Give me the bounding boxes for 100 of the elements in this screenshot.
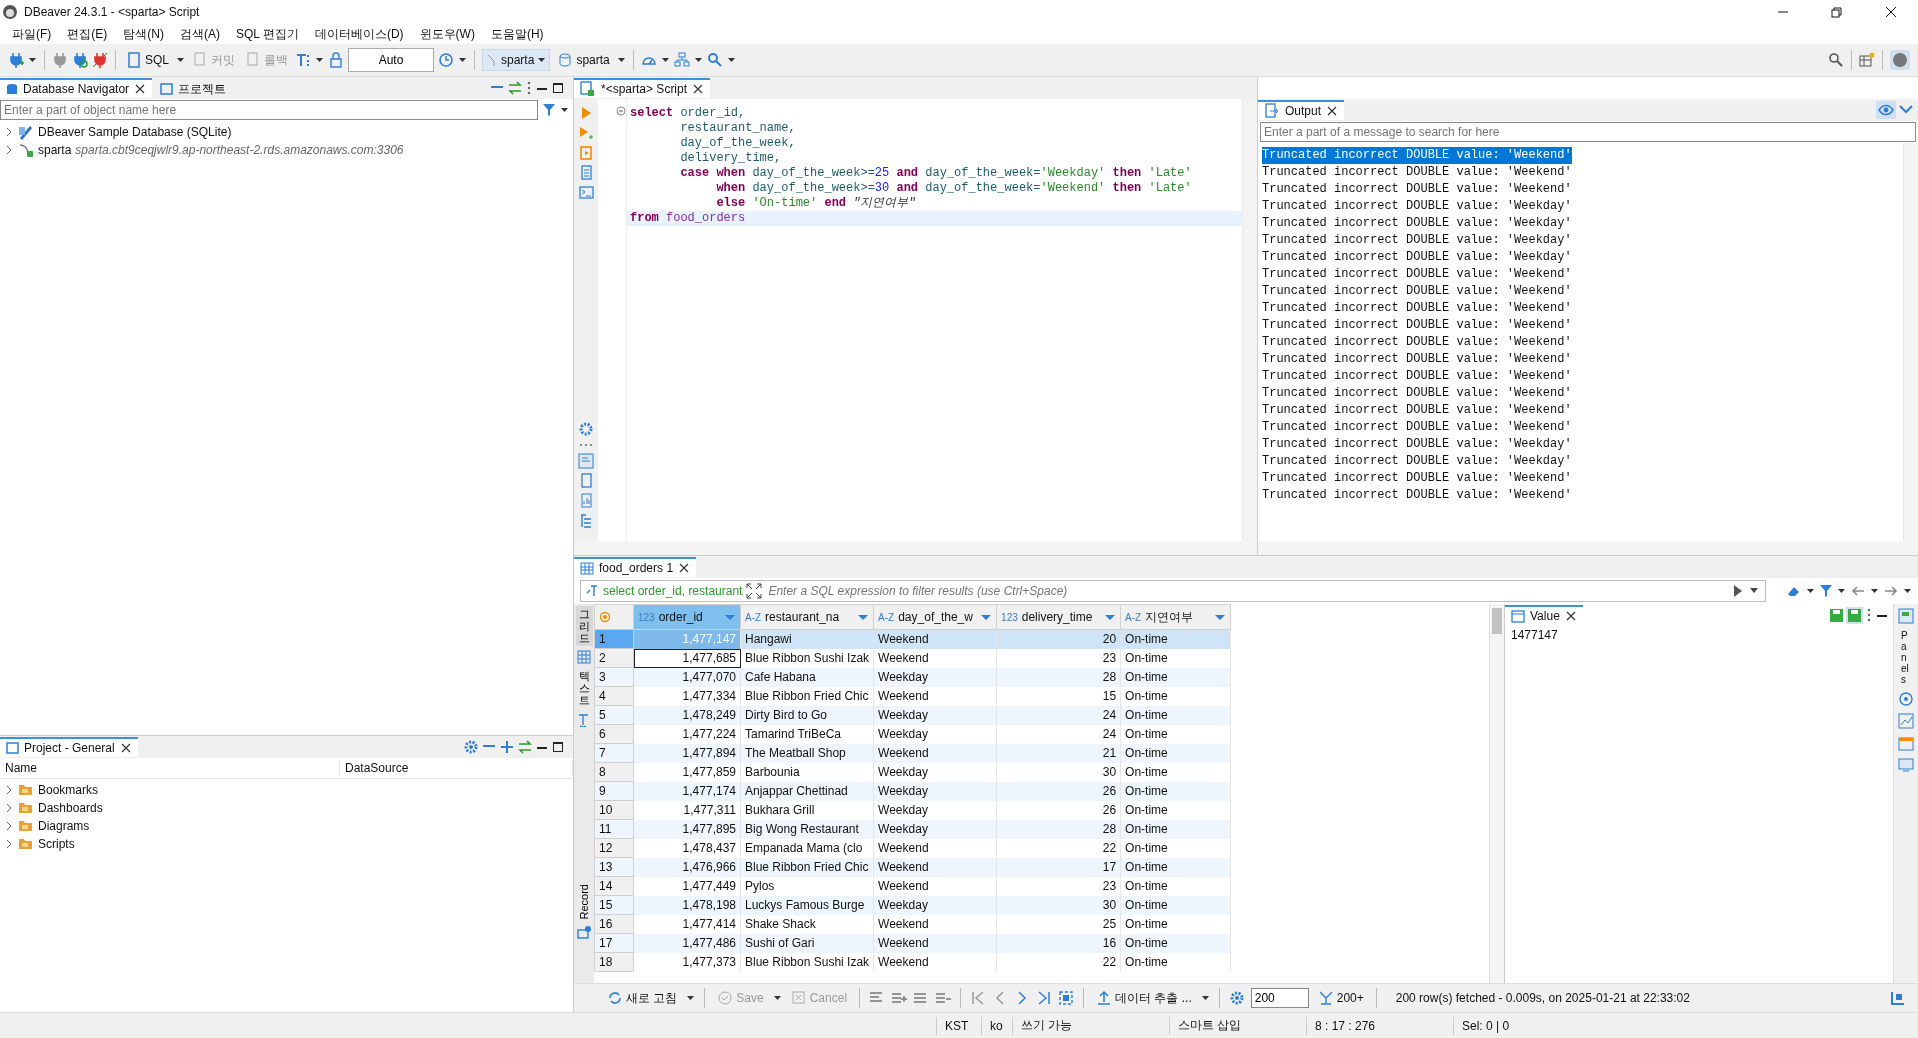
panel-tab[interactable]: 프로젝트: [154, 78, 233, 98]
scrollbar[interactable]: [1242, 99, 1257, 541]
tree-item[interactable]: Bookmarks: [38, 783, 99, 797]
close-icon[interactable]: [119, 742, 132, 754]
sort-indicator-icon[interactable]: [599, 611, 611, 623]
menu-item[interactable]: 편집(E): [59, 25, 116, 43]
results-tab[interactable]: food_orders 1: [574, 557, 697, 577]
add-row-icon[interactable]: [891, 990, 908, 1006]
dolphin-icon[interactable]: [18, 142, 34, 158]
scrollbar[interactable]: [1489, 604, 1504, 983]
caret-icon[interactable]: [1837, 586, 1846, 596]
save-icon[interactable]: [1829, 607, 1844, 623]
scrollbar-thumb[interactable]: [1492, 608, 1502, 634]
document-icon[interactable]: [579, 473, 593, 489]
save-icon[interactable]: [1846, 606, 1863, 624]
tree-item[interactable]: DBeaver Sample Database (SQLite): [38, 125, 232, 139]
tree-item[interactable]: Dashboards: [38, 801, 103, 815]
text-view-icon[interactable]: [577, 712, 591, 727]
filter-icon[interactable]: [542, 102, 556, 118]
menu-item[interactable]: 윈도우(W): [411, 25, 483, 43]
filter-caret-icon[interactable]: [724, 612, 736, 622]
chart-doc-icon[interactable]: [579, 493, 593, 509]
script-run-icon[interactable]: [579, 145, 593, 161]
sql-editor-button[interactable]: SQL: [123, 50, 172, 70]
caret-icon[interactable]: [560, 105, 569, 115]
delete-row-icon[interactable]: [935, 990, 952, 1006]
format-icon[interactable]: [295, 52, 311, 68]
caret-icon[interactable]: [176, 55, 185, 65]
gear-icon[interactable]: [463, 739, 479, 755]
maximize-icon[interactable]: [551, 740, 565, 754]
filter-icon[interactable]: [1819, 583, 1833, 599]
tree-item[interactable]: sparta: [38, 143, 72, 157]
menu-item[interactable]: 검색(A): [172, 25, 228, 43]
filter-caret-icon[interactable]: [857, 612, 870, 622]
view-tab[interactable]: 텍스트: [575, 668, 593, 709]
panel-tab[interactable]: Value: [1505, 605, 1583, 625]
chevron-right-icon[interactable]: [4, 838, 14, 850]
database-icon[interactable]: [18, 124, 34, 140]
close-icon[interactable]: [134, 83, 147, 95]
chevron-right-icon[interactable]: [4, 802, 14, 814]
column-header[interactable]: Name: [0, 761, 340, 775]
fetch-more-button[interactable]: 200+: [1314, 988, 1367, 1008]
more-icon[interactable]: [578, 441, 594, 449]
gear-icon[interactable]: [578, 421, 594, 437]
menu-item[interactable]: 도움말(H): [482, 25, 552, 43]
datasource-selector[interactable]: sparta: [482, 49, 551, 71]
column-header[interactable]: A-Z 지연여부: [1120, 604, 1231, 630]
chevron-right-icon[interactable]: [4, 820, 14, 832]
terminal-icon[interactable]: [578, 185, 594, 201]
column-header[interactable]: 123 order_id: [633, 604, 741, 630]
record-icon[interactable]: [577, 925, 591, 939]
export-button[interactable]: 데이터 추출 ...: [1093, 987, 1195, 1009]
caret-icon[interactable]: [1806, 586, 1815, 596]
tree-item[interactable]: Diagrams: [38, 819, 90, 833]
column-header[interactable]: A-Z day_of_the_w: [873, 604, 997, 630]
close-icon[interactable]: [1564, 610, 1577, 622]
close-icon[interactable]: [1326, 105, 1339, 117]
more-icon[interactable]: [1865, 607, 1873, 623]
close-icon[interactable]: [692, 83, 705, 95]
caret-icon[interactable]: [660, 55, 670, 65]
plug-refresh-icon[interactable]: [72, 52, 88, 68]
caret-icon[interactable]: [772, 993, 782, 1003]
caret-icon[interactable]: [1870, 586, 1879, 596]
tree-item[interactable]: Scripts: [38, 837, 75, 851]
column-header[interactable]: A-Z restaurant_na: [740, 604, 874, 630]
menu-item[interactable]: 탐색(N): [115, 25, 172, 43]
chevron-right-icon[interactable]: [4, 144, 14, 156]
restore-icon[interactable]: [1830, 6, 1844, 18]
caret-icon[interactable]: [616, 55, 626, 65]
grid-icon[interactable]: [577, 650, 591, 665]
link-icon[interactable]: [507, 80, 523, 96]
document-icon[interactable]: [579, 165, 593, 181]
column-header[interactable]: 123 delivery_time: [996, 604, 1121, 630]
record-button[interactable]: Record: [578, 881, 590, 921]
last-page-icon[interactable]: [1036, 990, 1053, 1006]
close-icon[interactable]: [1884, 6, 1898, 18]
outline-icon[interactable]: [579, 513, 593, 529]
menu-item[interactable]: 파일(F): [4, 25, 60, 43]
message-search-field[interactable]: Enter a part of a message to search for here: [1260, 122, 1916, 142]
column-header[interactable]: DataSource: [340, 761, 573, 775]
panel-tab[interactable]: Database Navigator: [0, 78, 153, 98]
scrollbar[interactable]: [1258, 541, 1918, 555]
caret-icon[interactable]: [1903, 586, 1912, 596]
avatar-icon[interactable]: [1890, 50, 1910, 70]
caret-icon[interactable]: [1200, 993, 1210, 1003]
view-tab[interactable]: 그리드: [575, 606, 593, 647]
plug-plus-icon[interactable]: [8, 52, 24, 68]
calendar-icon[interactable]: [1898, 735, 1914, 751]
editor-tab[interactable]: *<sparta> Script: [574, 78, 711, 98]
scrollbar[interactable]: [574, 541, 1257, 555]
schema-selector[interactable]: sparta: [554, 50, 613, 70]
panel-icon[interactable]: [1898, 608, 1914, 624]
chevron-right-icon[interactable]: [4, 126, 14, 138]
search-icon[interactable]: [706, 52, 723, 68]
close-icon[interactable]: [678, 562, 691, 574]
fetch-size-field[interactable]: 200: [1250, 988, 1309, 1008]
maximize-icon[interactable]: [551, 81, 565, 95]
chevron-right-icon[interactable]: [4, 784, 14, 796]
play-plus-icon[interactable]: [578, 125, 594, 141]
panels-label[interactable]: Panels: [1901, 630, 1911, 685]
